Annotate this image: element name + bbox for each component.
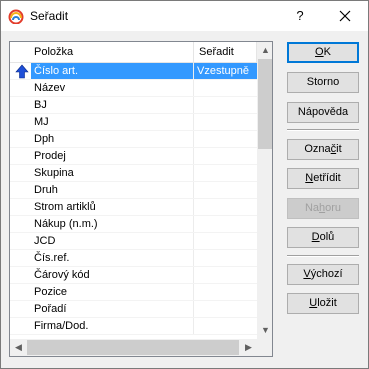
storno-button[interactable]: Storno: [287, 72, 359, 93]
vertical-scroll-thumb[interactable]: [258, 59, 272, 149]
row-item-label: Druh: [34, 184, 58, 196]
ok-button[interactable]: OK: [287, 42, 359, 63]
row-item-label: BJ: [34, 99, 47, 111]
row-item-label: Prodej: [34, 150, 66, 162]
sort-list[interactable]: Položka Seřadit Číslo art. Vzestupně Název…: [9, 41, 273, 357]
window-title: Seřadit: [30, 9, 69, 23]
list-row[interactable]: Název: [10, 80, 257, 97]
list-row[interactable]: Čárový kód: [10, 267, 257, 284]
row-item-label: Čís.ref.: [34, 252, 70, 264]
row-item-label: Strom artiklů: [34, 201, 96, 213]
horizontal-scrollbar[interactable]: ◀ ▶: [10, 339, 257, 356]
row-item-label: Firma/Dod.: [34, 320, 89, 332]
move-up-button[interactable]: Nahoru: [287, 198, 359, 219]
app-logo-icon: [8, 9, 24, 24]
row-item-label: Nákup (n.m.): [34, 218, 98, 230]
row-item-label: Pozice: [34, 286, 68, 298]
list-rows: Číslo art. Vzestupně Název BJ MJ Dph Prodej Sku…: [10, 63, 257, 335]
row-item-label: Název: [34, 82, 66, 94]
column-header-item[interactable]: Položka: [34, 46, 73, 58]
scroll-left-icon[interactable]: ◀: [10, 339, 27, 356]
unsort-button[interactable]: Netřídit: [287, 168, 359, 189]
list-row[interactable]: MJ: [10, 114, 257, 131]
list-row[interactable]: Pozice: [10, 284, 257, 301]
help-button[interactable]: ?: [285, 4, 315, 28]
scroll-corner: [257, 339, 272, 356]
scroll-up-icon[interactable]: ▲: [257, 42, 272, 59]
mark-button[interactable]: Označit: [287, 139, 359, 160]
list-row[interactable]: Nákup (n.m.): [10, 216, 257, 233]
up-arrow-icon: [15, 64, 29, 79]
list-row[interactable]: JCD: [10, 233, 257, 250]
close-icon[interactable]: [327, 4, 363, 28]
row-item-label: Pořadí: [34, 303, 67, 315]
button-separator: [287, 255, 359, 257]
help-dialog-button[interactable]: Nápověda: [287, 102, 359, 123]
row-item-label: Skupina: [34, 167, 74, 179]
row-item-label: JCD: [34, 235, 56, 247]
list-row[interactable]: Skupina: [10, 165, 257, 182]
button-separator: [287, 129, 359, 131]
horizontal-scroll-thumb[interactable]: [27, 340, 239, 355]
list-row[interactable]: Číslo art. Vzestupně: [10, 63, 257, 80]
column-header-sort[interactable]: Seřadit: [199, 46, 234, 58]
row-item-label: Dph: [34, 133, 55, 145]
row-item-label: MJ: [34, 116, 49, 128]
row-item-label: Čárový kód: [34, 269, 90, 281]
save-button[interactable]: Uložit: [287, 293, 359, 314]
list-row[interactable]: BJ: [10, 97, 257, 114]
list-row[interactable]: Strom artiklů: [10, 199, 257, 216]
list-row[interactable]: Pořadí: [10, 301, 257, 318]
row-sort-value: Vzestupně: [197, 65, 249, 77]
vertical-scrollbar[interactable]: ▲ ▼: [257, 42, 272, 339]
move-down-button[interactable]: Dolů: [287, 227, 359, 248]
list-row[interactable]: Čís.ref.: [10, 250, 257, 267]
default-button[interactable]: Výchozí: [287, 264, 359, 285]
list-row[interactable]: Prodej: [10, 148, 257, 165]
row-item-label: Číslo art.: [34, 65, 79, 77]
scroll-down-icon[interactable]: ▼: [257, 322, 272, 339]
list-row[interactable]: Dph: [10, 131, 257, 148]
list-row[interactable]: Firma/Dod.: [10, 318, 257, 335]
list-header: Položka Seřadit: [10, 42, 257, 63]
title-bar: Seřadit ?: [0, 0, 369, 31]
list-row[interactable]: Druh: [10, 182, 257, 199]
scroll-right-icon[interactable]: ▶: [240, 339, 257, 356]
